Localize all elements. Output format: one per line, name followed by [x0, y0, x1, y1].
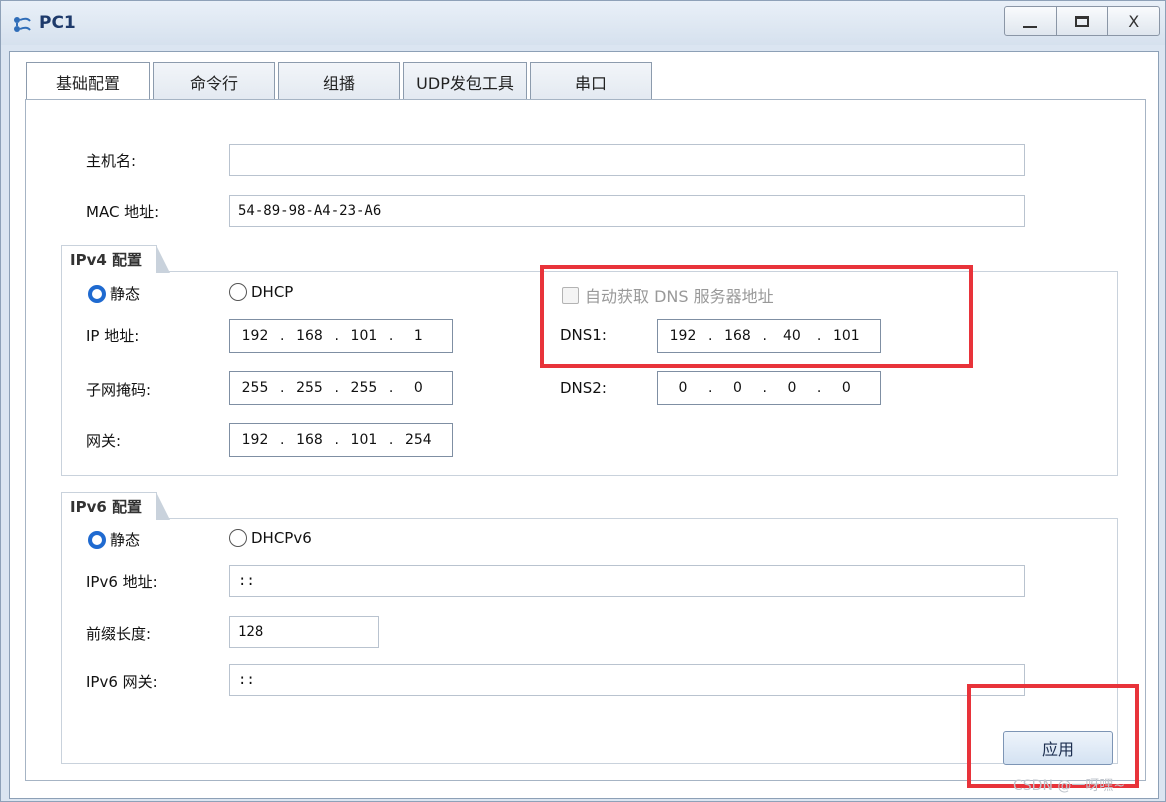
radio-label: 静态: [110, 531, 141, 549]
basic-config-panel: 主机名: MAC 地址: 54-89-98-A4-23-A6 IPv4 配置 静…: [25, 99, 1146, 781]
ip-octet: 255: [241, 380, 269, 396]
ipv6-gateway-label: IPv6 网关:: [86, 673, 158, 691]
dns2-label: DNS2:: [560, 379, 607, 397]
ip-octet: 255: [350, 380, 378, 396]
tab-multicast[interactable]: 组播: [278, 62, 400, 100]
ipv4-group-title: IPv4 配置: [61, 245, 171, 273]
ip-address-label: IP 地址:: [86, 327, 140, 345]
maximize-icon: [1075, 15, 1089, 27]
dns2-input[interactable]: 0. 0. 0. 0: [657, 371, 881, 405]
subnet-mask-input[interactable]: 255. 255. 255. 0: [229, 371, 453, 405]
tab-label: UDP发包工具: [416, 73, 514, 93]
ip-octet: 0: [413, 380, 423, 396]
minimize-icon: [1023, 26, 1038, 28]
ipv6-static-radio[interactable]: 静态: [88, 529, 140, 550]
ipv6-dhcpv6-radio[interactable]: DHCPv6: [229, 529, 312, 547]
ip-octet: 168: [296, 328, 323, 344]
ip-octet: 0: [732, 380, 742, 396]
radio-label: DHCPv6: [251, 529, 312, 547]
network-pc-icon: [14, 17, 31, 32]
watermark: CSDN @一呀嘿~: [1013, 778, 1126, 794]
ipv6-address-label: IPv6 地址:: [86, 573, 158, 591]
mac-address-field[interactable]: 54-89-98-A4-23-A6: [229, 195, 1025, 227]
tab-label: 命令行: [189, 73, 238, 93]
ip-octet: 192: [241, 328, 269, 344]
title-bar[interactable]: PC1 X: [1, 1, 1165, 45]
ipv6-gateway-input[interactable]: ::: [229, 664, 1025, 696]
ip-address-input[interactable]: 192. 168. 101. 1: [229, 319, 453, 353]
gateway-input[interactable]: 192. 168. 101. 254: [229, 423, 453, 457]
ip-octet: 255: [296, 380, 323, 396]
ip-octet: 192: [241, 432, 269, 448]
ipv6-address-input[interactable]: ::: [229, 565, 1025, 597]
apply-highlight-box: [967, 684, 1139, 788]
radio-label: DHCP: [251, 283, 294, 301]
prefix-length-label: 前缀长度:: [86, 625, 152, 643]
window-controls: X: [1004, 6, 1160, 36]
ip-octet: 101: [350, 432, 378, 448]
window-title: PC1: [39, 13, 76, 33]
app-window: PC1 X 基础配置 命令行 组播 UDP发包工具 串口 主机名: MAC 地址…: [0, 0, 1166, 802]
ip-octet: 101: [350, 328, 378, 344]
ipv4-dhcp-radio[interactable]: DHCP: [229, 283, 293, 301]
tab-command-line[interactable]: 命令行: [153, 62, 275, 100]
ip-octet: 0: [678, 380, 688, 396]
minimize-button[interactable]: [1005, 7, 1057, 35]
radio-unselected-icon: [229, 283, 247, 301]
tab-basic-config[interactable]: 基础配置: [26, 62, 150, 101]
ipv4-static-radio[interactable]: 静态: [88, 283, 140, 304]
ip-octet: 254: [404, 432, 432, 448]
subnet-mask-label: 子网掩码:: [86, 381, 152, 399]
hostname-input[interactable]: [229, 144, 1025, 176]
mac-label: MAC 地址:: [86, 203, 160, 221]
close-icon: X: [1128, 11, 1140, 31]
ip-octet: 0: [841, 380, 851, 396]
tab-label: 串口: [574, 73, 607, 93]
tab-label: 基础配置: [55, 74, 120, 93]
maximize-button[interactable]: [1057, 7, 1109, 35]
radio-unselected-icon: [229, 529, 247, 547]
ipv6-group: [61, 518, 1118, 764]
radio-selected-icon: [88, 284, 106, 303]
tab-serial[interactable]: 串口: [530, 62, 652, 100]
ip-octet: 168: [296, 432, 323, 448]
hostname-label: 主机名:: [86, 152, 137, 170]
prefix-length-input[interactable]: 128: [229, 616, 379, 648]
ipv6-group-title: IPv6 配置: [61, 492, 171, 520]
gateway-label: 网关:: [86, 432, 122, 450]
radio-label: 静态: [110, 285, 141, 303]
close-button[interactable]: X: [1108, 7, 1159, 35]
dns-highlight-box: [540, 265, 973, 368]
tab-bar: 基础配置 命令行 组播 UDP发包工具 串口: [26, 62, 655, 101]
ip-octet: 0: [787, 380, 797, 396]
ip-octet: 1: [413, 328, 423, 344]
tab-label: 组播: [322, 73, 355, 93]
radio-selected-icon: [88, 530, 106, 549]
tab-udp-tool[interactable]: UDP发包工具: [403, 62, 527, 100]
